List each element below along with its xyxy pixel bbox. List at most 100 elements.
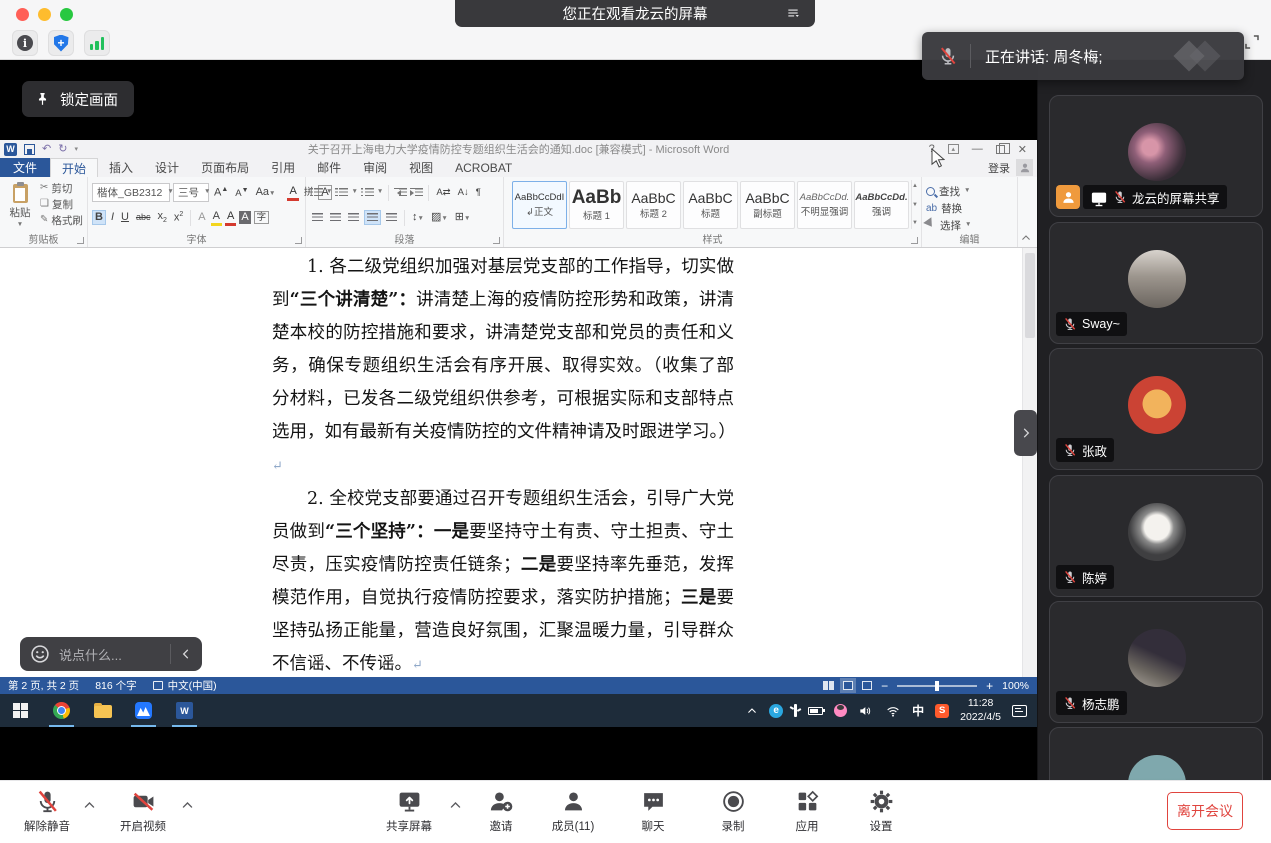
tab-page-layout[interactable]: 页面布局 [190,158,260,177]
align-left-button[interactable] [310,211,325,224]
leave-meeting-button[interactable]: 离开会议 [1167,792,1243,830]
invite-button[interactable]: 邀请 [478,789,524,834]
zoom-in-button[interactable]: + [986,680,993,692]
superscript-button[interactable]: x2 [172,210,185,225]
share-screen-button[interactable]: 共享屏幕 [374,789,444,834]
customize-qat-caret-icon[interactable]: ▾ [74,145,78,153]
sidebar-toggle-button[interactable] [1014,410,1037,456]
clipboard-dialog-launcher-icon[interactable] [77,237,84,244]
numbering-button[interactable] [335,188,348,197]
style-normal[interactable]: AaBbCcDdI↲正文 [512,181,567,229]
tray-browser-icon[interactable]: e [769,704,783,718]
tray-volume-icon[interactable] [858,703,874,719]
participant-tile[interactable]: 张政 [1049,348,1263,470]
undo-icon[interactable] [42,144,51,155]
paste-button[interactable]: 粘贴 ▼ [4,180,36,233]
meeting-security-button[interactable] [48,30,74,56]
italic-button[interactable]: I [109,211,116,224]
sign-in-area[interactable]: 登录 [988,158,1033,177]
highlight-color-button[interactable]: A [211,210,222,226]
read-mode-button[interactable] [823,681,834,690]
format-painter-button[interactable]: ✎格式刷 [40,212,83,228]
enclose-characters-button[interactable]: 字 [254,211,270,225]
copy-button[interactable]: ❏复制 [40,196,83,212]
style-heading1[interactable]: AaBb标题 1 [569,181,624,229]
align-center-button[interactable] [328,211,343,224]
bullets-button[interactable] [310,188,323,197]
taskbar-chrome-button[interactable] [41,694,82,727]
taskbar-meeting-button[interactable] [123,694,164,727]
fullscreen-window-button[interactable] [60,8,73,21]
word-count[interactable]: 816 个字 [95,678,136,693]
minimize-window-button[interactable] [38,8,51,21]
collapse-ribbon-button[interactable] [1020,232,1032,244]
bold-button[interactable]: B [92,210,106,225]
start-video-button[interactable]: 开启视频 [110,789,176,834]
pin-view-button[interactable]: 锁定画面 [22,81,134,117]
word-close-button[interactable]: ✕ [1018,143,1027,156]
tab-view[interactable]: 视图 [398,158,444,177]
shrink-font-button[interactable]: A▼ [233,186,250,200]
word-minimize-button[interactable]: — [972,143,983,155]
grow-font-button[interactable]: A▲ [212,185,230,200]
page-indicator[interactable]: 第 2 页, 共 2 页 [8,678,79,693]
tab-design[interactable]: 设计 [144,158,190,177]
replace-button[interactable]: ab替换 [926,200,1013,217]
distribute-button[interactable] [384,211,399,224]
taskbar-explorer-button[interactable] [82,694,123,727]
style-heading2[interactable]: AaBbC标题 2 [626,181,681,229]
participant-tile[interactable]: Sway~ [1049,222,1263,344]
document-canvas[interactable]: 1. 各二级党组织加强对基层党支部的工作指导，切实做到“三个讲清楚”：讲清楚上海… [0,248,1037,677]
banner-menu-icon[interactable] [785,6,801,20]
record-button[interactable]: 录制 [710,789,756,834]
justify-button[interactable] [364,210,381,225]
zoom-level[interactable]: 100% [1002,680,1029,692]
share-options-chevron[interactable] [448,798,463,813]
ribbon-options-button[interactable] [948,144,959,154]
apps-button[interactable]: 应用 [784,789,830,834]
tab-acrobat[interactable]: ACROBAT [444,158,523,177]
style-title[interactable]: AaBbC标题 [683,181,738,229]
sort-button[interactable]: A↓ [456,187,471,199]
participant-tile-screenshare[interactable]: 龙云的屏幕共享 [1049,95,1263,217]
tray-qq-icon[interactable] [834,704,847,717]
increase-indent-button[interactable] [410,188,423,197]
tray-sogou-icon[interactable]: S [935,704,949,718]
paragraph-dialog-launcher-icon[interactable] [493,237,500,244]
change-case-button[interactable]: Aa▼ [254,186,278,199]
tray-ime-indicator[interactable]: 中 [912,702,924,719]
tray-battery-icon[interactable] [808,707,823,715]
save-icon[interactable] [24,144,35,155]
unmute-button[interactable]: 解除静音 [16,789,78,834]
tray-clock[interactable]: 11:282022/4/5 [960,697,1001,723]
shading-button[interactable]: ▨▼ [429,211,450,224]
tray-expand-icon[interactable] [746,705,758,717]
styles-gallery-scroll[interactable]: ▲▼▼ [911,180,918,229]
tray-usb-icon[interactable] [794,704,797,717]
chat-input-placeholder[interactable]: 说点什么... [59,645,122,664]
tab-review[interactable]: 审阅 [352,158,398,177]
collapse-chat-icon[interactable] [179,647,193,661]
strikethrough-button[interactable]: abc [134,212,153,223]
close-window-button[interactable] [16,8,29,21]
font-color-button[interactable]: A [225,210,236,226]
redo-icon[interactable] [58,144,67,155]
tab-file[interactable]: 文件 [0,158,50,177]
decrease-indent-button[interactable] [394,188,407,197]
borders-button[interactable]: ⊞▼ [453,211,473,224]
cut-button[interactable]: ✂剪切 [40,180,83,196]
subscript-button[interactable]: x2 [155,210,168,225]
clear-formatting-button[interactable]: A [287,185,298,201]
print-layout-button[interactable] [843,681,853,690]
start-button[interactable] [0,694,41,727]
members-button[interactable]: 成员(11) [540,789,606,834]
font-size-select[interactable]: 三号▼ [173,183,209,202]
underline-button[interactable]: U [119,211,131,224]
taskbar-word-button[interactable]: W [164,694,205,727]
web-layout-button[interactable] [862,681,872,690]
tray-notification-icon[interactable] [1012,705,1027,717]
meeting-info-button[interactable] [12,30,38,56]
sign-in-label[interactable]: 登录 [988,160,1010,176]
scrollbar-thumb[interactable] [1025,253,1035,338]
network-stats-button[interactable] [84,30,110,56]
